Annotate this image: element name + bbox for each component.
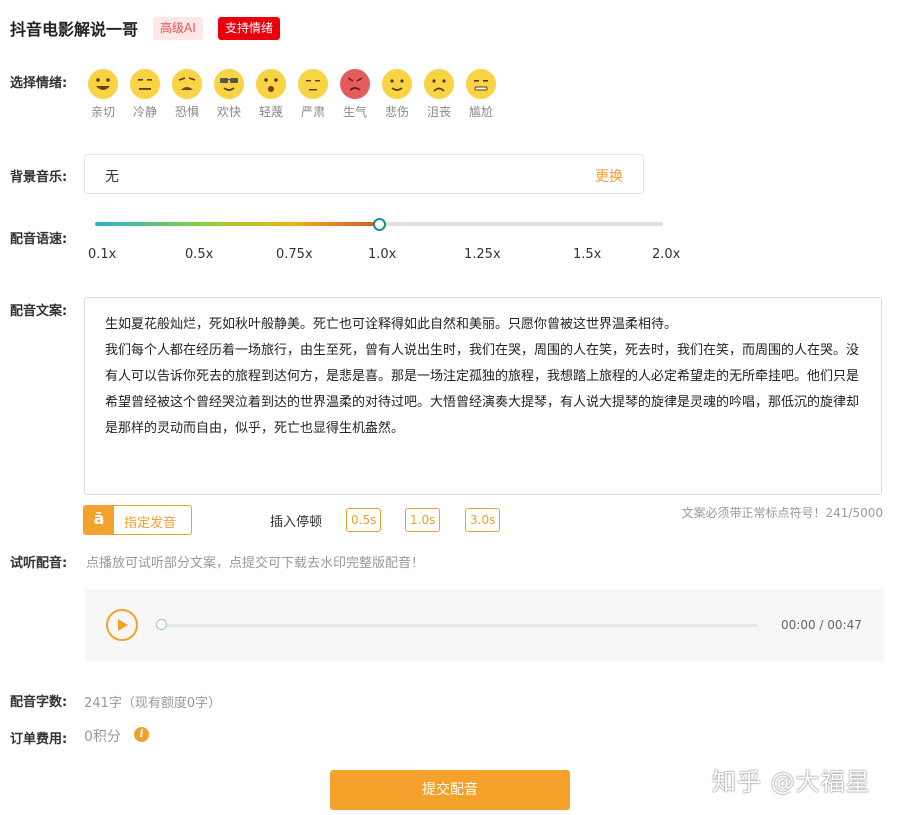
badge-supports-emotion: 支持情绪 [218,17,281,40]
angry-face-icon [340,69,370,99]
bgm-change-button[interactable]: 更换 [595,166,623,186]
emotion-option-5[interactable]: 严肃 [292,69,334,120]
speed-tick-label: 1.25x [464,247,501,262]
script-paragraph: 我们每个人都在经历着一场旅行，由生至死，曾有人说出生时，我们在哭，周围的人在笑，… [105,343,860,436]
pause-3-0s-button[interactable]: 3.0s [465,508,501,532]
speed-slider-handle[interactable] [373,218,386,231]
word-count-value: 241字（现有额度0字） [84,696,222,711]
script-textarea[interactable]: 生如夏花般灿烂，死如秋叶般静美。死亡也可诠释得如此自然和美丽。只愿你曾被这世界温… [84,297,882,495]
preview-label: 试听配音: [10,556,68,571]
audio-player: 00:00 / 00:47 [86,589,884,661]
emotion-option-7[interactable]: 悲伤 [376,69,418,120]
emotion-label-text: 尴尬 [468,105,493,119]
emotion-label-text: 亲切 [90,105,115,119]
character-count-hint: 文案必须带正常标点符号！241/5000 [681,506,884,520]
bgm-label: 背景音乐: [10,170,68,185]
emotion-option-8[interactable]: 沮丧 [418,69,460,120]
info-icon[interactable]: i [134,727,149,742]
speed-tick-label: 0.1x [88,247,117,262]
emotion-option-9[interactable]: 尴尬 [460,69,502,120]
watermark: 知乎 @大福星 [712,768,871,796]
speed-tick-label: 0.75x [276,247,313,262]
audio-time: 00:00 / 00:47 [781,618,862,632]
grin-face-icon [88,69,118,99]
bgm-value: 无 [105,169,119,185]
pronunciation-icon: ā [84,506,114,534]
awkward-face-icon [466,69,496,99]
audio-progress-track[interactable] [158,624,758,627]
emotion-label-text: 生气 [342,105,367,119]
emotion-option-2[interactable]: 恐惧 [166,69,208,120]
emotion-option-4[interactable]: 轻蔑 [250,69,292,120]
audio-progress-handle[interactable] [156,619,167,630]
serious-face-icon [298,69,328,99]
speed-label: 配音语速: [10,232,68,247]
bgm-field[interactable]: 无 更换 [84,154,644,194]
fearful-face-icon [172,69,202,99]
sad-face-icon [382,69,412,99]
emotion-label-text: 恐惧 [174,105,199,119]
badge-advanced-ai: 高级AI [153,17,203,40]
emotion-option-3[interactable]: 欢快 [208,69,250,120]
play-icon[interactable] [106,609,138,641]
speed-tick-label: 0.5x [185,247,214,262]
preview-hint: 点播放可试听部分文案，点提交可下载去水印完整版配音！ [86,556,425,571]
word-count-label: 配音字数: [10,695,68,710]
emotion-label: 选择情绪: [10,76,68,91]
pronunciation-label: 指定发音 [124,516,177,531]
emotion-label-text: 冷静 [132,105,157,119]
script-paragraph: 生如夏花般灿烂，死如秋叶般静美。死亡也可诠释得如此自然和美丽。只愿你曾被这世界温… [105,317,678,332]
sunglasses-face-icon [214,69,244,99]
pause-1-0s-button[interactable]: 1.0s [405,508,441,532]
emotion-label-text: 轻蔑 [258,105,283,119]
insert-pause-label: 插入停顿 [270,515,323,530]
emotion-option-0[interactable]: 亲切 [82,69,124,120]
speed-tick-label: 2.0x [652,247,681,262]
emotion-label-text: 严肃 [300,105,325,119]
frowning-face-icon [424,69,454,99]
speed-slider-fill [95,222,379,226]
speed-tick-label: 1.5x [573,247,602,262]
pause-0-5s-button[interactable]: 0.5s [346,508,382,532]
surprised-face-icon [256,69,286,99]
specify-pronunciation-button[interactable]: ā 指定发音 [83,505,192,535]
emotion-label-text: 悲伤 [384,105,409,119]
emotion-label-text: 沮丧 [426,105,451,119]
page-title: 抖音电影解说一哥 [10,20,139,39]
emotion-option-6[interactable]: 生气 [334,69,376,120]
script-label: 配音文案: [10,304,68,319]
speed-tick-label: 1.0x [368,247,397,262]
submit-button[interactable]: 提交配音 [330,770,570,810]
emotion-option-1[interactable]: 冷静 [124,69,166,120]
neutral-face-icon [130,69,160,99]
emotion-label-text: 欢快 [216,105,241,119]
fee-label: 订单费用: [10,732,68,747]
fee-value: 0积分 [84,729,121,745]
